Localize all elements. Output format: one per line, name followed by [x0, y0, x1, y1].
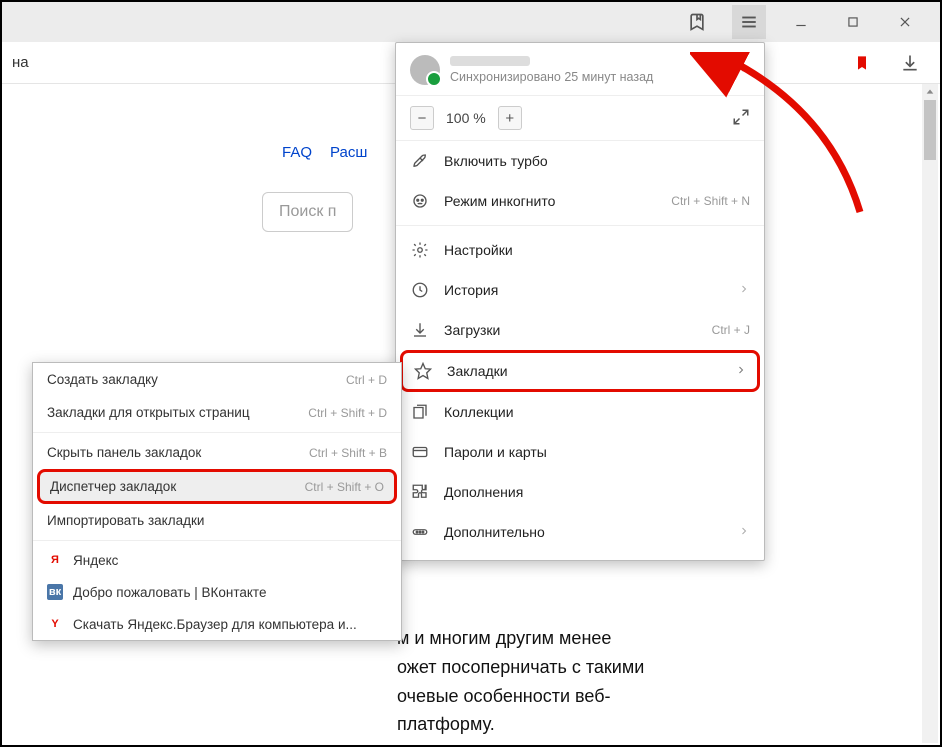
para-line: очевые особенности веб-	[397, 682, 697, 711]
bookmark-flag-icon[interactable]	[854, 53, 870, 73]
username-blurred	[450, 56, 530, 66]
search-placeholder: Поиск п	[279, 203, 336, 220]
search-input[interactable]: Поиск п	[262, 192, 353, 232]
para-line: платформу.	[397, 710, 697, 739]
card-icon	[410, 442, 430, 462]
hamburger-menu-button[interactable]	[732, 5, 766, 39]
bookmarks-submenu: Создать закладку Ctrl + D Закладки для о…	[32, 362, 402, 641]
submenu-label: Создать закладку	[47, 372, 336, 387]
bookmark-item-yandex[interactable]: Я Яндекс	[33, 544, 401, 576]
yandex-icon: Я	[47, 552, 63, 568]
menu-label: Коллекции	[444, 404, 750, 420]
zoom-value: 100 %	[440, 110, 492, 126]
chevron-right-icon	[738, 524, 750, 540]
fullscreen-icon[interactable]	[732, 108, 750, 129]
submenu-create-bookmark[interactable]: Создать закладку Ctrl + D	[33, 363, 401, 396]
menu-zoom-row: − 100 % +	[396, 96, 764, 141]
history-icon	[410, 280, 430, 300]
submenu-label: Диспетчер закладок	[50, 479, 295, 494]
bookmark-label: Добро пожаловать | ВКонтакте	[73, 585, 266, 600]
menu-settings[interactable]: Настройки	[396, 230, 764, 270]
downloads-icon[interactable]	[900, 53, 920, 73]
menu-label: Дополнения	[444, 484, 750, 500]
chevron-right-icon	[738, 282, 750, 298]
chevron-right-icon	[735, 363, 747, 379]
bookmark-item-yabrowser[interactable]: Y Скачать Яндекс.Браузер для компьютера …	[33, 608, 401, 640]
chevron-down-icon	[736, 62, 750, 79]
menu-profile-header[interactable]: Синхронизировано 25 минут назад	[396, 43, 764, 96]
link-faq[interactable]: FAQ	[282, 144, 312, 161]
page-nav-links: FAQ Расш	[282, 144, 367, 161]
yandex-browser-icon: Y	[47, 616, 63, 632]
collections-icon	[410, 402, 430, 422]
menu-addons[interactable]: Дополнения	[396, 472, 764, 512]
dots-icon	[410, 522, 430, 542]
toolbar-right	[854, 53, 920, 73]
submenu-label: Закладки для открытых страниц	[47, 405, 298, 420]
vertical-scrollbar[interactable]	[922, 84, 938, 743]
star-icon	[413, 361, 433, 381]
submenu-label: Импортировать закладки	[47, 513, 387, 528]
bookmark-item-vk[interactable]: вк Добро пожаловать | ВКонтакте	[33, 576, 401, 608]
menu-label: Пароли и карты	[444, 444, 750, 460]
sync-status: Синхронизировано 25 минут назад	[450, 70, 726, 84]
menu-separator	[396, 225, 764, 226]
submenu-label: Скрыть панель закладок	[47, 445, 299, 460]
bookmark-label: Скачать Яндекс.Браузер для компьютера и.…	[73, 617, 357, 632]
puzzle-icon	[410, 482, 430, 502]
menu-passwords[interactable]: Пароли и карты	[396, 432, 764, 472]
para-line: м и многим другим менее	[397, 624, 697, 653]
menu-history[interactable]: История	[396, 270, 764, 310]
submenu-shortcut: Ctrl + Shift + D	[308, 406, 387, 420]
addressbar-text-fragment: на	[12, 54, 29, 71]
zoom-in-button[interactable]: +	[498, 106, 522, 130]
para-line: ожет посоперничать с такими	[397, 653, 697, 682]
menu-label: Включить турбо	[444, 153, 750, 169]
avatar	[410, 55, 440, 85]
menu-label: Настройки	[444, 242, 750, 258]
link-extensions[interactable]: Расш	[330, 144, 367, 161]
menu-incognito[interactable]: Режим инкогнито Ctrl + Shift + N	[396, 181, 764, 221]
rocket-icon	[410, 151, 430, 171]
menu-label: Режим инкогнито	[444, 193, 657, 209]
menu-downloads[interactable]: Загрузки Ctrl + J	[396, 310, 764, 350]
submenu-shortcut: Ctrl + Shift + O	[305, 480, 384, 494]
gear-icon	[410, 240, 430, 260]
download-icon	[410, 320, 430, 340]
submenu-hide-panel[interactable]: Скрыть панель закладок Ctrl + Shift + B	[33, 436, 401, 469]
bookmark-label: Яндекс	[73, 553, 118, 568]
submenu-import-bookmarks[interactable]: Импортировать закладки	[33, 504, 401, 537]
page-paragraph: м и многим другим менее ожет посопернича…	[397, 624, 697, 739]
menu-label: Закладки	[447, 363, 721, 379]
menu-bookmarks[interactable]: Закладки	[400, 350, 760, 392]
zoom-out-button[interactable]: −	[410, 106, 434, 130]
submenu-bookmark-open-tabs[interactable]: Закладки для открытых страниц Ctrl + Shi…	[33, 396, 401, 429]
menu-label: Дополнительно	[444, 524, 724, 540]
submenu-shortcut: Ctrl + Shift + B	[309, 446, 387, 460]
menu-turbo[interactable]: Включить турбо	[396, 141, 764, 181]
menu-more[interactable]: Дополнительно	[396, 512, 764, 552]
menu-label: История	[444, 282, 724, 298]
menu-collections[interactable]: Коллекции	[396, 392, 764, 432]
submenu-separator	[33, 432, 401, 433]
window-close-button[interactable]	[888, 5, 922, 39]
menu-shortcut: Ctrl + Shift + N	[671, 194, 750, 208]
scroll-thumb[interactable]	[924, 100, 936, 160]
menu-shortcut: Ctrl + J	[712, 323, 750, 337]
main-menu: Синхронизировано 25 минут назад − 100 % …	[395, 42, 765, 561]
titlebar	[2, 2, 940, 42]
bookmarks-bar-icon[interactable]	[680, 5, 714, 39]
menu-label: Загрузки	[444, 322, 698, 338]
mask-icon	[410, 191, 430, 211]
window-minimize-button[interactable]	[784, 5, 818, 39]
scroll-up-arrow[interactable]	[922, 84, 938, 100]
submenu-separator	[33, 540, 401, 541]
submenu-bookmark-manager[interactable]: Диспетчер закладок Ctrl + Shift + O	[37, 469, 397, 504]
submenu-shortcut: Ctrl + D	[346, 373, 387, 387]
vk-icon: вк	[47, 584, 63, 600]
window-maximize-button[interactable]	[836, 5, 870, 39]
